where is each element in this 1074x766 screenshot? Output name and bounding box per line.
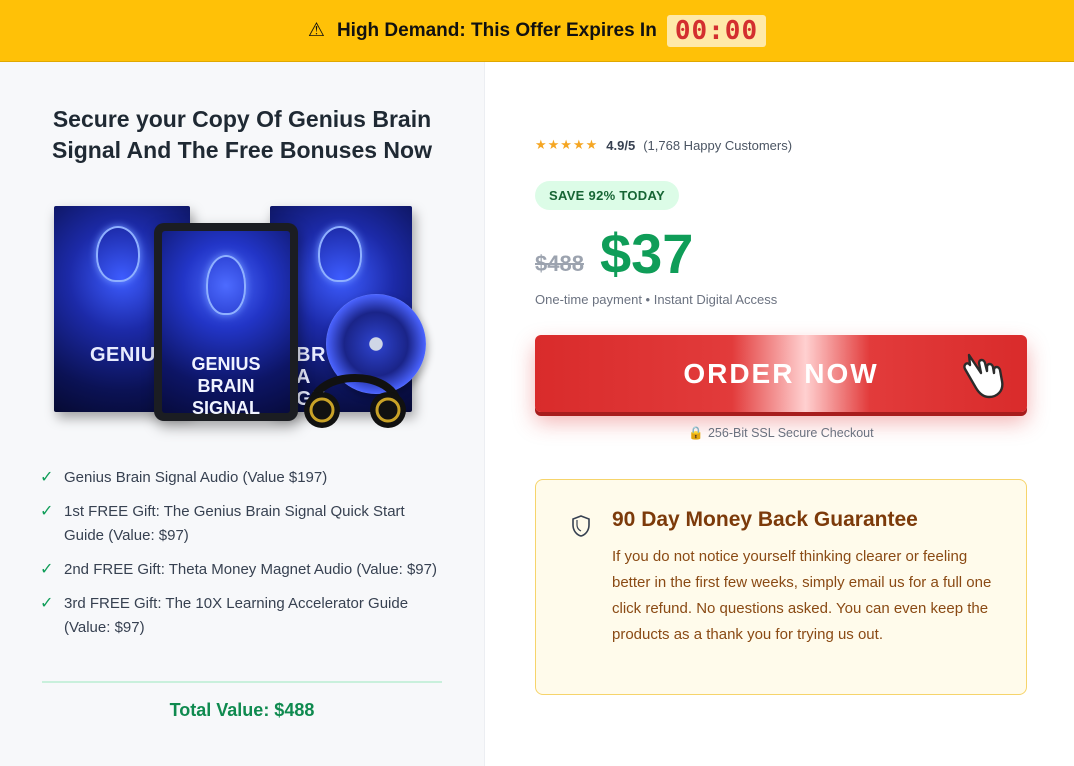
list-item: ✓ Genius Brain Signal Audio (Value $197) [40,466,440,490]
ssl-note: 🔒 256-Bit SSL Secure Checkout [535,426,1027,441]
banner-text: High Demand: This Offer Expires In [336,19,657,41]
countdown-timer: 00:00 [666,14,767,47]
lock-icon: 🔒 [688,426,704,440]
list-item-text: 1st FREE Gift: The Genius Brain Signal Q… [64,503,405,544]
list-item: ✓ 1st FREE Gift: The Genius Brain Signal … [40,500,440,548]
list-item-text: Genius Brain Signal Audio (Value $197) [64,469,328,486]
order-now-button[interactable]: ORDER NOW [535,335,1027,412]
order-button-label: ORDER NOW [683,357,879,389]
left-panel: Secure your Copy Of Genius Brain Signal … [0,62,485,766]
checkmark-icon: ✓ [40,469,54,486]
divider [42,681,442,683]
offer-banner: ⚠ High Demand: This Offer Expires In 00:… [0,0,1074,62]
pointing-hand-icon [963,353,1004,399]
rating-score: 4.9/5 [606,137,636,153]
tablet-device: GENIUS BRAIN SIGNAL [154,223,298,421]
save-badge: SAVE 92% TODAY [535,181,679,210]
new-price: $37 [600,222,694,285]
payment-note: One-time payment • Instant Digital Acces… [535,292,778,307]
ssl-text: 256-Bit SSL Secure Checkout [707,426,874,440]
customer-count: (1,768 Happy Customers) [643,137,793,153]
product-bundle-image: GENIUS BRA GE GENIUS BRAIN SIGNAL [50,202,430,434]
list-item-text: 2nd FREE Gift: Theta Money Magnet Audio … [64,561,437,578]
guarantee-body: If you do not notice yourself thinking c… [612,548,992,643]
checkmark-icon: ✓ [40,595,54,612]
headphones-icon [304,374,406,428]
checkmark-icon: ✓ [40,561,54,578]
list-item-text: 3rd FREE Gift: The 10X Learning Accelera… [64,595,409,636]
checkmark-icon: ✓ [40,503,54,520]
guarantee-box: 90 Day Money Back Guarantee If you do no… [535,479,1027,695]
shield-icon [572,515,590,537]
star-rating-icon: ★★★★★ [535,137,599,152]
tablet-title: GENIUS BRAIN SIGNAL [191,354,261,418]
list-item: ✓ 3rd FREE Gift: The 10X Learning Acceler… [40,592,440,640]
guarantee-title: 90 Day Money Back Guarantee [612,508,918,531]
right-panel: ★★★★★ 4.9/5 (1,768 Happy Customers) SAVE… [485,62,1074,766]
old-price: $488 [535,251,584,276]
total-value: Total Value: $488 [169,700,315,720]
rating-row: ★★★★★ 4.9/5 (1,768 Happy Customers) [535,137,792,153]
bonus-checklist: ✓ Genius Brain Signal Audio (Value $197) … [40,466,440,650]
list-item: ✓ 2nd FREE Gift: Theta Money Magnet Audio… [40,558,440,582]
warning-triangle-icon: ⚠ [307,20,325,41]
page-headline: Secure your Copy Of Genius Brain Signal … [52,106,432,163]
